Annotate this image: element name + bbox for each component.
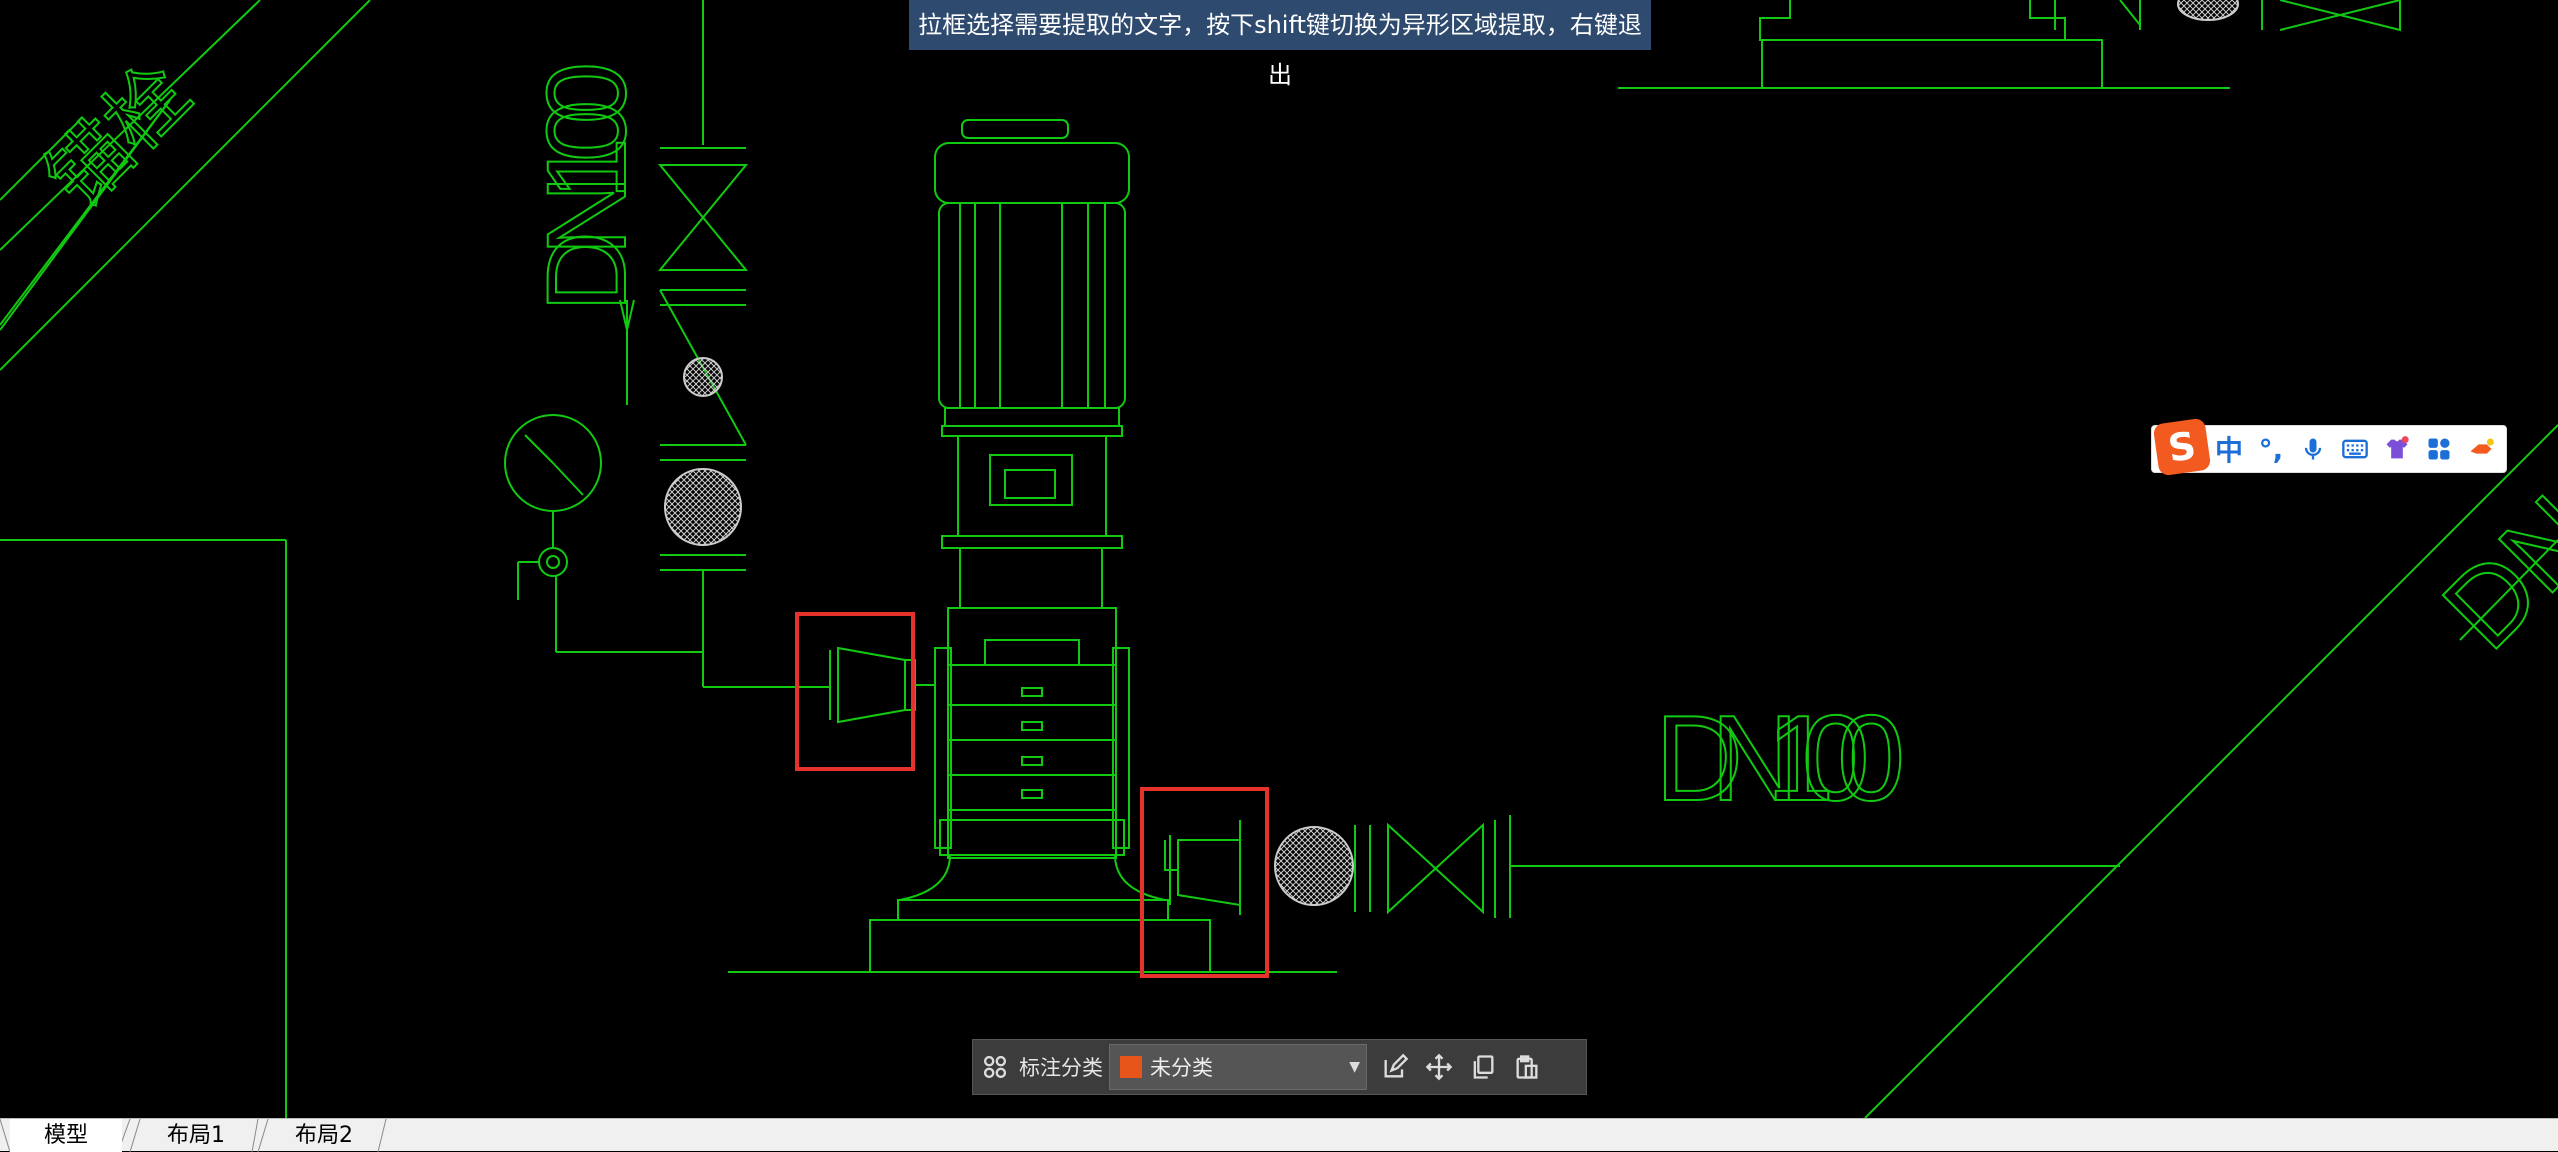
- dn100-horizontal-label: DN100: [1655, 690, 1905, 826]
- skin-icon[interactable]: [2376, 429, 2418, 469]
- cad-drawing-canvas[interactable]: 锚栓 DN100 DN100 DN: [0, 0, 2558, 1118]
- discharge-reducer: [1164, 820, 1241, 915]
- category-select-value: 未分类: [1150, 1056, 1213, 1080]
- category-grid-icon[interactable]: [973, 1040, 1017, 1094]
- horizontal-valve: [1354, 815, 2120, 918]
- ime-punctuation-toggle[interactable]: °,: [2250, 429, 2292, 469]
- edit-icon[interactable]: [1373, 1040, 1417, 1094]
- apps-icon[interactable]: [2418, 429, 2460, 469]
- keyboard-icon[interactable]: [2334, 429, 2376, 469]
- ime-mode-toggle[interactable]: 中: [2208, 429, 2250, 469]
- copy-icon[interactable]: [1461, 1040, 1505, 1094]
- category-color-swatch: [1120, 1056, 1142, 1078]
- layout-tabs-bar: 模型 布局1 布局2: [0, 1118, 2558, 1152]
- tab-model[interactable]: 模型: [10, 1119, 122, 1152]
- settings-icon[interactable]: [2460, 429, 2502, 469]
- dn100-vertical-label: DN100: [524, 62, 649, 312]
- dn-corner-label: DN: [2420, 473, 2558, 672]
- vertical-pipe-valve: [657, 0, 800, 688]
- diagonal-pipe-right: [1864, 424, 2558, 1118]
- ime-toolbar[interactable]: S 中 °,: [2151, 417, 2507, 477]
- annotation-category-label: 标注分类: [1019, 1056, 1103, 1080]
- tab-layout2[interactable]: 布局2: [268, 1119, 380, 1152]
- left-enclosure: [0, 539, 287, 1118]
- category-select[interactable]: 未分类 ▼: [1109, 1044, 1367, 1090]
- move-icon[interactable]: [1417, 1040, 1461, 1094]
- sogou-logo-icon[interactable]: S: [2152, 417, 2212, 477]
- highlight-box-discharge[interactable]: [1140, 787, 1269, 978]
- svg-text:锚栓: 锚栓: [29, 46, 208, 225]
- paste-icon[interactable]: [1505, 1040, 1549, 1094]
- mic-icon[interactable]: [2292, 429, 2334, 469]
- top-right-pump-base: [1618, 0, 2401, 89]
- extraction-hint-banner: 拉框选择需要提取的文字，按下shift键切换为异形区域提取，右键退出: [909, 0, 1651, 89]
- vertical-pump: [728, 119, 1337, 973]
- annotation-toolbar: 标注分类 未分类 ▼: [972, 1039, 1587, 1095]
- tab-layout1[interactable]: 布局1: [140, 1119, 252, 1152]
- chevron-down-icon: ▼: [1349, 1059, 1360, 1075]
- pressure-gauge: [504, 299, 704, 653]
- highlight-box-suction[interactable]: [795, 612, 915, 771]
